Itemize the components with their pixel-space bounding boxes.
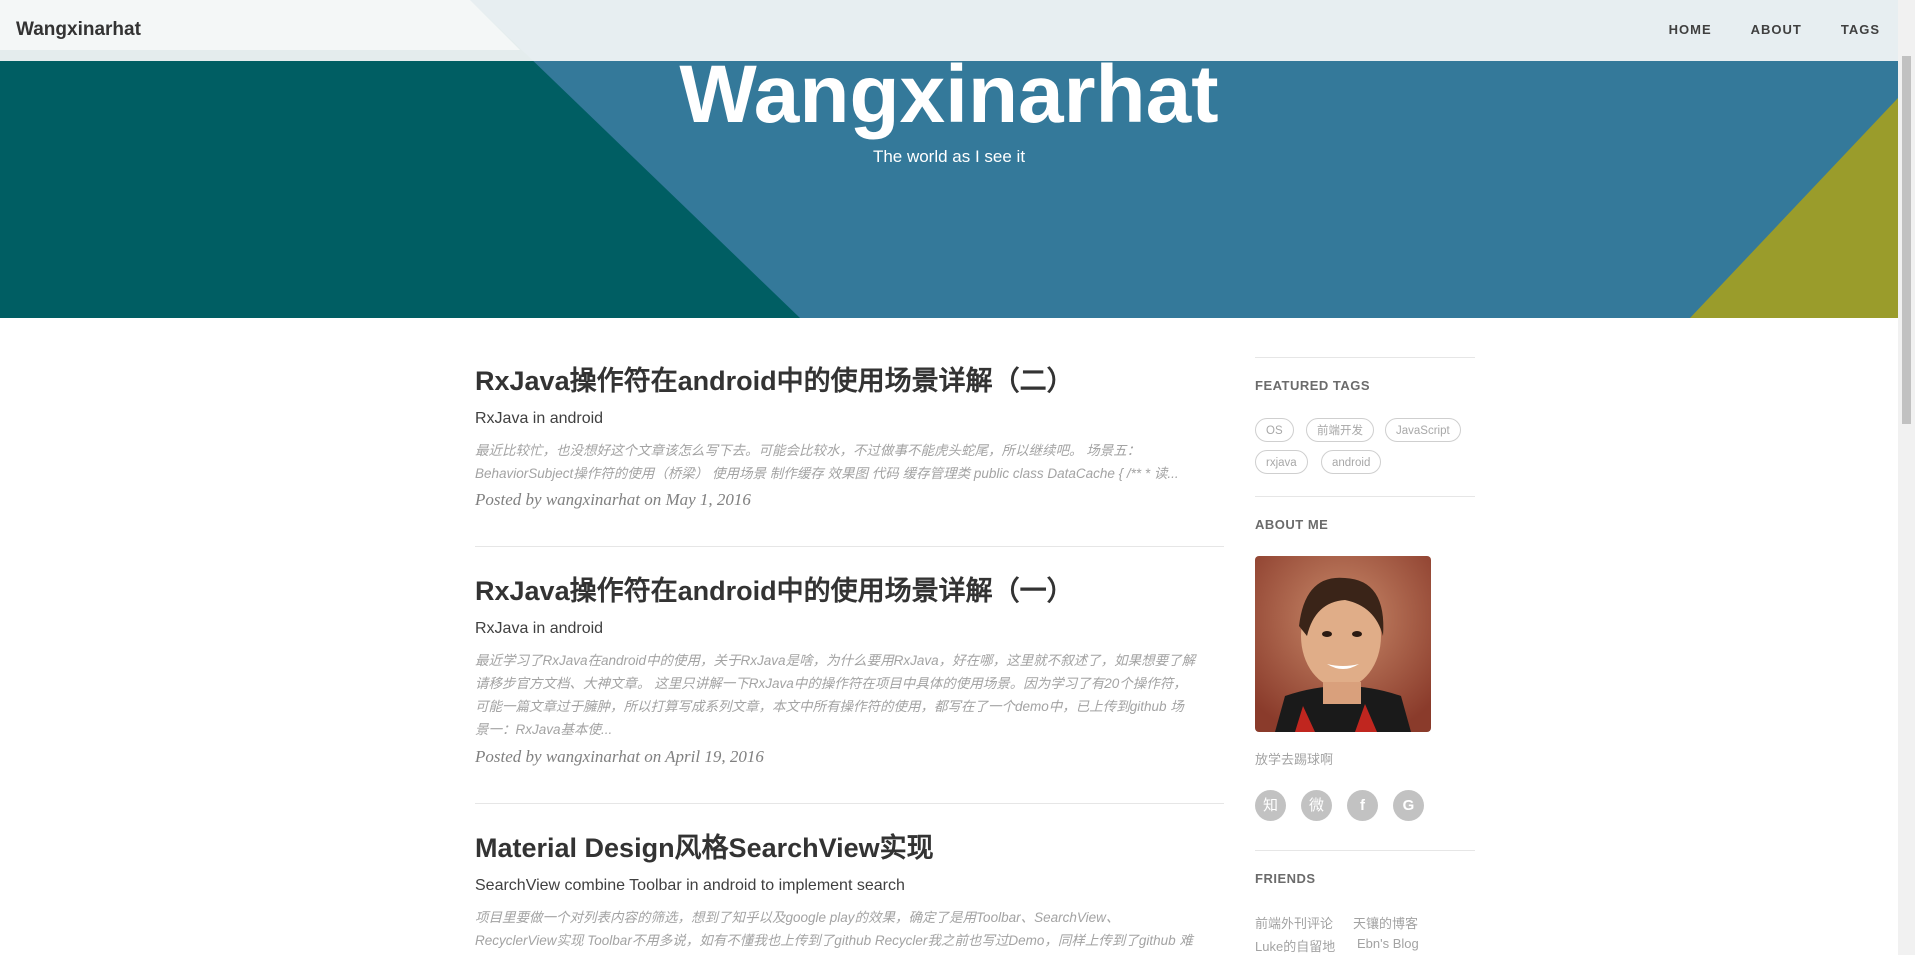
avatar [1255, 556, 1431, 732]
tag-javascript[interactable]: JavaScript [1385, 418, 1461, 442]
excerpt-line: BehaviorSubject操作符的使用（桥梁） 使用场景 制作缓存 效果图 … [475, 466, 1179, 481]
site-title: Wangxinarhat [679, 49, 1219, 140]
excerpt-line: 请移步官方文档、大神文章。 这里只讲解一下RxJava中的操作符在项目中具体的使… [475, 676, 1187, 691]
post-meta: Posted by wangxinarhat on May 1, 2016 [475, 490, 751, 509]
friends-section: FRIENDS 前端外刊评论 天镶的博客 Luke的自留地 Ebn's Blog [1255, 850, 1475, 956]
featured-tags-heading: FEATURED TAGS [1255, 378, 1371, 393]
post-excerpt: 最近比较忙，也没想好这个文章该怎么写下去。可能会比较水，不过做事不能虎头蛇尾，所… [475, 439, 1235, 485]
post-preview[interactable]: RxJava操作符在android中的使用场景详解（一） RxJava in a… [475, 547, 1224, 804]
brand-link[interactable]: Wangxinarhat [16, 19, 141, 41]
post-excerpt: 最近学习了RxJava在android中的使用，关于RxJava是啥，为什么要用… [475, 649, 1235, 741]
tag-android[interactable]: android [1321, 450, 1382, 474]
about-text: 放学去踢球啊 [1255, 752, 1334, 767]
navbar: Wangxinarhat HOME ABOUT TAGS [0, 0, 1898, 61]
post-preview[interactable]: RxJava操作符在android中的使用场景详解（二） RxJava in a… [475, 318, 1224, 547]
friend-link[interactable]: 前端外刊评论 [1255, 913, 1333, 932]
excerpt-line: 项目里要做一个对列表内容的筛选，想到了知乎以及google play的效果，确定… [475, 910, 1120, 925]
nav-tags-link[interactable]: TAGS [1841, 22, 1880, 37]
excerpt-line: 最近比较忙，也没想好这个文章该怎么写下去。可能会比较水，不过做事不能虎头蛇尾，所… [475, 443, 1141, 458]
github-icon[interactable]: G [1393, 790, 1424, 821]
excerpt-line: 最近学习了RxJava在android中的使用，关于RxJava是啥，为什么要用… [475, 653, 1196, 668]
friends-heading: FRIENDS [1255, 871, 1316, 886]
post-subtitle: SearchView combine Toolbar in android to… [475, 877, 905, 894]
friend-link[interactable]: 天镶的博客 [1353, 913, 1418, 932]
tag-rxjava[interactable]: rxjava [1255, 450, 1308, 474]
facebook-icon[interactable]: f [1347, 790, 1378, 821]
weibo-icon[interactable]: 微 [1301, 790, 1332, 821]
friend-link[interactable]: Luke的自留地 [1255, 936, 1335, 955]
post-title[interactable]: RxJava操作符在android中的使用场景详解（二） [475, 363, 1074, 399]
post-title[interactable]: Material Design风格SearchView实现 [475, 830, 934, 866]
site-subtitle: The world as I see it [872, 147, 1026, 166]
zhihu-icon[interactable]: 知 [1255, 790, 1286, 821]
post-subtitle: RxJava in android [475, 620, 604, 637]
post-subtitle: RxJava in android [475, 410, 604, 427]
friend-link[interactable]: Ebn's Blog [1357, 936, 1419, 951]
about-me-heading: ABOUT ME [1255, 517, 1329, 532]
excerpt-line: RecyclerView实现 Toolbar不用多说，如有不懂我也上传到了git… [475, 933, 1193, 948]
about-me-section: ABOUT ME 放学去踢球啊 知 微 f G [1255, 496, 1475, 847]
post-meta: Posted by wangxinarhat on April 19, 2016 [475, 747, 764, 766]
post-excerpt: 项目里要做一个对列表内容的筛选，想到了知乎以及google play的效果，确定… [475, 906, 1235, 952]
tag-frontend[interactable]: 前端开发 [1306, 418, 1374, 442]
scrollbar-thumb[interactable] [1902, 56, 1911, 424]
avatar-image [1255, 556, 1431, 732]
excerpt-line: 景一：RxJava基本使... [475, 722, 613, 737]
nav-links: HOME ABOUT TAGS [1630, 22, 1880, 37]
nav-about-link[interactable]: ABOUT [1751, 22, 1802, 37]
featured-tags-section: FEATURED TAGS OS 前端开发 JavaScript rxjava … [1255, 357, 1475, 492]
post-title[interactable]: RxJava操作符在android中的使用场景详解（一） [475, 573, 1074, 609]
post-preview[interactable]: Material Design风格SearchView实现 SearchView… [475, 804, 1224, 964]
post-list: RxJava操作符在android中的使用场景详解（二） RxJava in a… [475, 318, 1224, 964]
tag-os[interactable]: OS [1255, 418, 1294, 442]
nav-home-link[interactable]: HOME [1669, 22, 1712, 37]
excerpt-line: 可能一篇文章过于臃肿，所以打算写成系列文章，本文中所有操作符的使用，都写在了一个… [475, 699, 1184, 714]
page-scrollbar[interactable] [1898, 0, 1915, 955]
